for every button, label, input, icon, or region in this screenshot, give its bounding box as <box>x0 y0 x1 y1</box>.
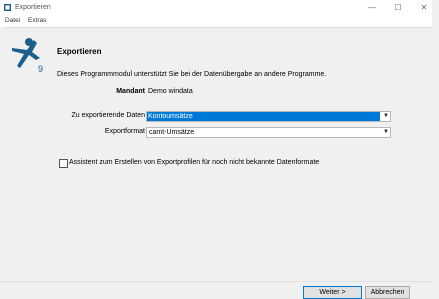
format-select-value: camt-Umsätze <box>149 129 195 136</box>
menu-extras[interactable]: Extras <box>28 17 46 24</box>
app-icon <box>4 4 11 11</box>
data-select-value: Kontoumsätze <box>147 112 380 121</box>
footer-divider <box>0 281 432 282</box>
format-label: Exportformat <box>104 128 145 135</box>
menu-datei[interactable]: Datei <box>5 17 20 24</box>
window-left-edge <box>0 27 6 299</box>
maximize-icon[interactable]: ☐ <box>385 0 411 16</box>
assistant-checkbox[interactable] <box>59 159 68 168</box>
format-select[interactable]: camt-Umsätze ▼ <box>146 127 391 138</box>
chevron-down-icon[interactable]: ▼ <box>383 112 389 121</box>
assistant-label[interactable]: Assistent zum Erstellen von Exportprofil… <box>69 159 319 166</box>
title-bar: Exportieren — ☐ ✕ <box>0 0 439 17</box>
menu-bar: Datei Extras <box>0 16 439 26</box>
mandant-label: Mandant <box>116 88 145 95</box>
window-title: Exportieren <box>15 4 51 11</box>
mandant-value: Demo windata <box>148 88 193 95</box>
data-label: Zu exportierende Daten <box>71 112 145 119</box>
windata-logo-icon: 9 <box>12 38 43 74</box>
chevron-down-icon[interactable]: ▼ <box>383 128 389 137</box>
description-text: Dieses Programmmodul unterstützt Sie bei… <box>57 71 327 78</box>
cancel-button[interactable]: Abbrechen <box>365 286 410 299</box>
window-right-edge <box>432 0 439 299</box>
minimize-icon[interactable]: — <box>359 0 385 16</box>
logo-badge: 9 <box>38 64 43 74</box>
next-button[interactable]: Weiter > <box>303 286 362 299</box>
data-select[interactable]: Kontoumsätze ▼ <box>146 111 391 122</box>
page-title: Exportieren <box>57 47 102 56</box>
dialog-content <box>0 27 432 283</box>
